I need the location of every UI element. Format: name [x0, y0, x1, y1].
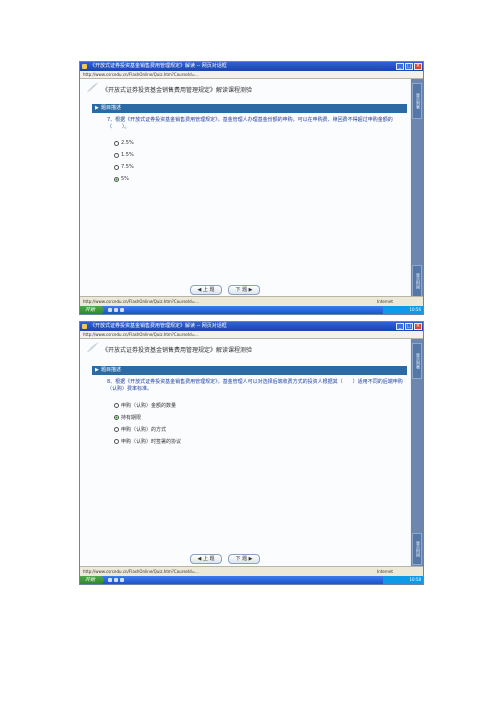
option-2[interactable]: 1.5%: [114, 149, 134, 161]
taskbar: 开始 10:58: [80, 576, 423, 584]
options-list: 2.5% 1.5% 7.5% 5%: [114, 137, 134, 185]
quicklaunch-icon[interactable]: [114, 578, 118, 582]
close-button[interactable]: ×: [414, 323, 422, 330]
security-zone: Internet: [377, 299, 393, 304]
radio-button-checked[interactable]: [114, 414, 119, 420]
maximize-button[interactable]: □: [405, 63, 413, 70]
radio-button[interactable]: [114, 164, 119, 170]
course-title: 《开放式证券投资基金销售费用管理规定》解读课程测验: [102, 347, 253, 354]
radio-button-checked[interactable]: [114, 176, 119, 182]
show-list-tab[interactable]: 显示列表: [412, 343, 422, 379]
section-label: 题目描述: [101, 105, 122, 111]
option-label: 申购（认购）的方式: [121, 426, 167, 433]
feather-icon: [87, 342, 99, 352]
feather-icon: [87, 82, 99, 92]
option-4[interactable]: 申购（认购）时签署的协议: [114, 435, 181, 447]
status-bar: http://www.csrcedu.cn/FlashOnline/Quiz.h…: [80, 566, 423, 576]
option-label: 申购（认购）时签署的协议: [121, 438, 182, 445]
quiz-content: 《开放式证券投资基金销售费用管理规定》解读课程测验 ▶ 题目描述 7、根据《开放…: [80, 79, 410, 297]
option-label: 持有期限: [121, 414, 142, 421]
section-label: 题目描述: [101, 367, 122, 373]
question-text: 8、根据《开放式证券投资基金销售费用管理规定》，基金管理人可以对选择后端收费方式…: [107, 379, 403, 392]
option-3[interactable]: 7.5%: [114, 161, 134, 173]
quicklaunch-icon[interactable]: [108, 578, 112, 582]
address-bar[interactable]: http://www.csrcedu.cn/FlashOnline/Quiz.h…: [80, 71, 423, 79]
taskbar: 开始 10:56: [80, 306, 423, 314]
quicklaunch-icon[interactable]: [114, 308, 118, 312]
security-zone: Internet: [377, 569, 393, 574]
quicklaunch-icon[interactable]: [120, 308, 124, 312]
quicklaunch-icon[interactable]: [108, 308, 112, 312]
screenshot-2: 《开放式证券投资基金销售费用管理规定》解读 -- 网页对话框 _ □ × htt…: [79, 321, 424, 585]
question-nav: ◀ 上 题 下 题 ▶: [190, 554, 260, 564]
option-2[interactable]: 持有期限: [114, 411, 181, 423]
radio-button[interactable]: [114, 140, 119, 146]
question-text: 7、根据《开放式证券投资基金销售费用管理规定》，基金管理人办理基金份额的申购，可…: [107, 117, 393, 130]
status-url: http://www.csrcedu.cn/FlashOnline/Quiz.h…: [83, 299, 199, 304]
radio-button[interactable]: [114, 152, 119, 158]
ie-app-icon: [82, 64, 87, 69]
system-tray: 10:56: [383, 306, 423, 314]
system-tray: 10:58: [383, 576, 423, 584]
radio-button[interactable]: [114, 438, 119, 444]
screenshot-1: 《开放式证券投资基金销售费用管理规定》解读 -- 网页对话框 _ □ × htt…: [79, 61, 424, 315]
side-panel: 显示列表 显示时间: [411, 79, 423, 297]
prev-question-button[interactable]: ◀ 上 题: [190, 285, 222, 295]
question-nav: ◀ 上 题 下 题 ▶: [190, 285, 260, 295]
option-label: 5%: [121, 176, 129, 182]
prev-question-button[interactable]: ◀ 上 题: [190, 554, 222, 564]
clock: 10:56: [409, 307, 421, 312]
next-question-button[interactable]: 下 题 ▶: [228, 285, 260, 295]
show-list-tab[interactable]: 显示列表: [412, 83, 422, 119]
quicklaunch-icon[interactable]: [120, 578, 124, 582]
section-header: ▶ 题目描述: [92, 366, 407, 375]
show-time-tab[interactable]: 显示时间: [412, 533, 422, 565]
start-button[interactable]: 开始: [80, 576, 104, 584]
side-panel: 显示列表 显示时间: [411, 339, 423, 567]
window-title: 《开放式证券投资基金销售费用管理规定》解读 -- 网页对话框: [90, 323, 227, 329]
option-1[interactable]: 2.5%: [114, 137, 134, 149]
radio-button[interactable]: [114, 402, 119, 408]
window-titlebar[interactable]: 《开放式证券投资基金销售费用管理规定》解读 -- 网页对话框 _ □ ×: [80, 62, 423, 71]
radio-button[interactable]: [114, 426, 119, 432]
option-1[interactable]: 申购（认购）金额的数量: [114, 399, 181, 411]
triangle-right-icon: ▶: [95, 367, 99, 373]
maximize-button[interactable]: □: [405, 323, 413, 330]
triangle-right-icon: ▶: [95, 105, 99, 111]
window-titlebar[interactable]: 《开放式证券投资基金销售费用管理规定》解读 -- 网页对话框 _ □ ×: [80, 322, 423, 331]
option-3[interactable]: 申购（认购）的方式: [114, 423, 181, 435]
clock: 10:58: [409, 577, 421, 582]
option-label: 1.5%: [121, 152, 134, 158]
show-time-tab[interactable]: 显示时间: [412, 265, 422, 297]
minimize-button[interactable]: _: [396, 63, 404, 70]
option-label: 7.5%: [121, 164, 134, 170]
status-url: http://www.csrcedu.cn/FlashOnline/Quiz.h…: [83, 569, 199, 574]
option-label: 申购（认购）金额的数量: [121, 402, 177, 409]
options-list: 申购（认购）金额的数量 持有期限 申购（认购）的方式 申购（认购）时签署的协议: [114, 399, 181, 447]
address-bar[interactable]: http://www.csrcedu.cn/FlashOnline/Quiz.h…: [80, 331, 423, 339]
option-label: 2.5%: [121, 140, 134, 146]
minimize-button[interactable]: _: [396, 323, 404, 330]
status-bar: http://www.csrcedu.cn/FlashOnline/Quiz.h…: [80, 296, 423, 306]
close-button[interactable]: ×: [414, 63, 422, 70]
window-title: 《开放式证券投资基金销售费用管理规定》解读 -- 网页对话框: [90, 63, 227, 69]
quiz-content: 《开放式证券投资基金销售费用管理规定》解读课程测验 ▶ 题目描述 8、根据《开放…: [80, 339, 410, 567]
option-4[interactable]: 5%: [114, 173, 134, 185]
ie-app-icon: [82, 324, 87, 329]
section-header: ▶ 题目描述: [92, 104, 407, 113]
course-title: 《开放式证券投资基金销售费用管理规定》解读课程测验: [102, 87, 253, 94]
next-question-button[interactable]: 下 题 ▶: [228, 554, 260, 564]
start-button[interactable]: 开始: [80, 306, 104, 314]
